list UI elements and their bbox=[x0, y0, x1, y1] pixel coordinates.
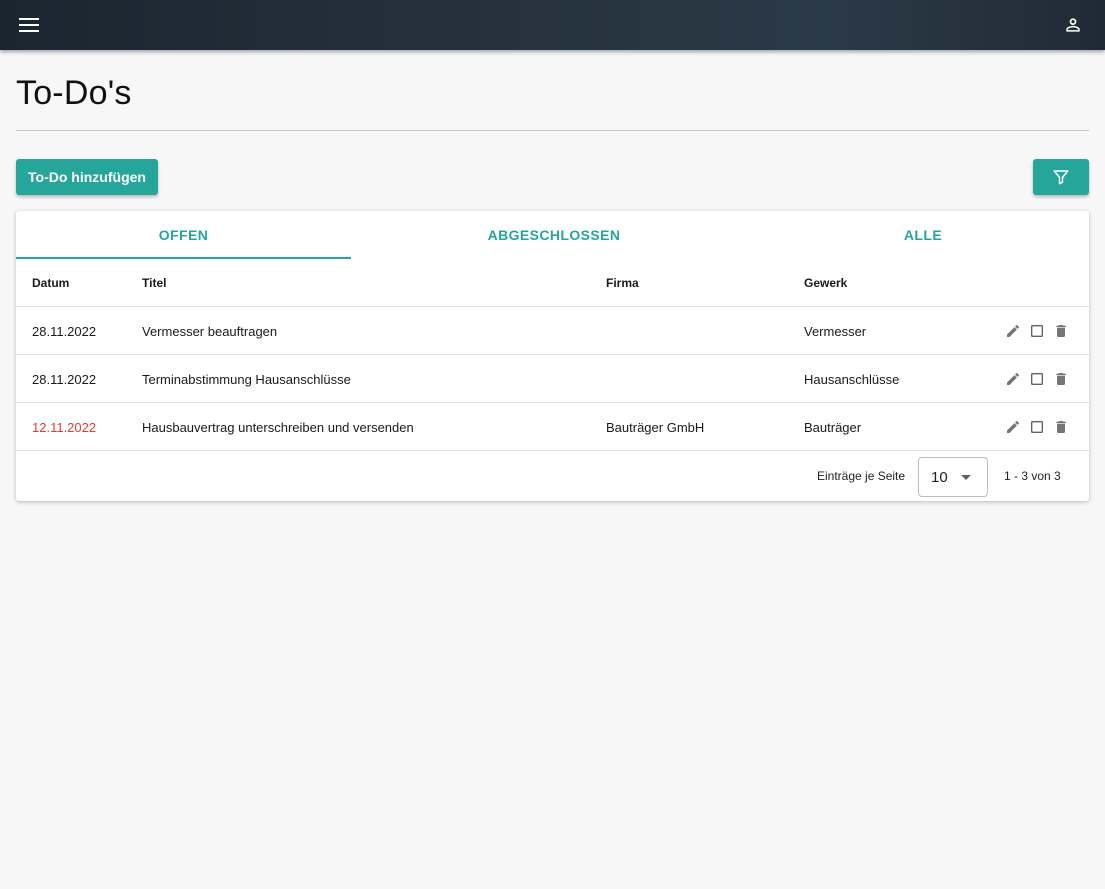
edit-button[interactable] bbox=[1003, 369, 1023, 389]
cell-firma: Bauträger GmbH bbox=[606, 419, 705, 435]
page-title: To-Do's bbox=[16, 74, 132, 112]
column-header-firma[interactable]: Firma bbox=[606, 259, 639, 307]
cell-gewerk: Hausanschlüsse bbox=[804, 371, 900, 387]
delete-button[interactable] bbox=[1051, 369, 1071, 389]
add-todo-button[interactable]: To-Do hinzufügen bbox=[16, 159, 158, 195]
pencil-icon bbox=[1007, 372, 1020, 385]
row-actions bbox=[999, 307, 1071, 355]
pencil-icon bbox=[1007, 324, 1020, 337]
row-actions bbox=[999, 403, 1071, 451]
tab-bar: OFFEN ABGESCHLOSSEN ALLE bbox=[16, 211, 1089, 259]
table-row[interactable]: 28.11.2022 Terminabstimmung Hausanschlüs… bbox=[16, 355, 1089, 403]
tab-alle[interactable]: ALLE bbox=[757, 211, 1089, 259]
edit-button[interactable] bbox=[1003, 417, 1023, 437]
edit-button[interactable] bbox=[1003, 321, 1023, 341]
cell-titel: Terminabstimmung Hausanschlüsse bbox=[142, 371, 351, 387]
checkbox-icon bbox=[1031, 373, 1043, 385]
complete-checkbox[interactable] bbox=[1027, 417, 1047, 437]
complete-checkbox[interactable] bbox=[1027, 369, 1047, 389]
checkbox-icon bbox=[1031, 421, 1043, 433]
menu-icon bbox=[19, 18, 39, 32]
table-row[interactable]: 28.11.2022 Vermesser beauftragen Vermess… bbox=[16, 307, 1089, 355]
trash-icon bbox=[1056, 421, 1066, 433]
table-header: Datum Titel Firma Gewerk bbox=[16, 259, 1089, 307]
column-header-titel[interactable]: Titel bbox=[142, 259, 166, 307]
trash-icon bbox=[1056, 373, 1066, 385]
tab-offen[interactable]: OFFEN bbox=[16, 211, 351, 259]
page-range: 1 - 3 von 3 bbox=[1004, 469, 1061, 483]
app-bar bbox=[0, 0, 1105, 50]
delete-button[interactable] bbox=[1051, 321, 1071, 341]
pagination-footer: Einträge je Seite 10 1 - 3 von 3 bbox=[16, 451, 1089, 501]
cell-titel: Hausbauvertrag unterschreiben und versen… bbox=[142, 419, 414, 435]
cell-datum-overdue: 12.11.2022 bbox=[32, 419, 97, 435]
column-header-datum[interactable]: Datum bbox=[32, 259, 69, 307]
menu-button[interactable] bbox=[14, 11, 44, 39]
per-page-value: 10 bbox=[931, 468, 948, 486]
pencil-icon bbox=[1007, 420, 1020, 433]
column-header-gewerk[interactable]: Gewerk bbox=[804, 259, 847, 307]
complete-checkbox[interactable] bbox=[1027, 321, 1047, 341]
todo-card: OFFEN ABGESCHLOSSEN ALLE Datum Titel Fir… bbox=[16, 211, 1089, 501]
tab-abgeschlossen[interactable]: ABGESCHLOSSEN bbox=[351, 211, 757, 259]
cell-gewerk: Vermesser bbox=[804, 323, 867, 339]
delete-button[interactable] bbox=[1051, 417, 1071, 437]
table-row[interactable]: 12.11.2022 Hausbauvertrag unterschreiben… bbox=[16, 403, 1089, 451]
cell-gewerk: Bauträger bbox=[804, 419, 862, 435]
title-divider bbox=[16, 130, 1089, 131]
trash-icon bbox=[1056, 325, 1066, 337]
account-icon bbox=[1066, 18, 1080, 32]
account-button[interactable] bbox=[1059, 11, 1087, 39]
row-actions bbox=[999, 355, 1071, 403]
cell-datum: 28.11.2022 bbox=[32, 323, 97, 339]
caret-down-icon bbox=[961, 475, 971, 480]
filter-button[interactable] bbox=[1033, 159, 1089, 195]
cell-datum: 28.11.2022 bbox=[32, 371, 97, 387]
cell-titel: Vermesser beauftragen bbox=[142, 323, 278, 339]
per-page-select[interactable]: 10 bbox=[918, 457, 988, 497]
filter-icon bbox=[1053, 170, 1069, 185]
checkbox-icon bbox=[1031, 325, 1043, 337]
per-page-label: Einträge je Seite bbox=[817, 469, 906, 483]
